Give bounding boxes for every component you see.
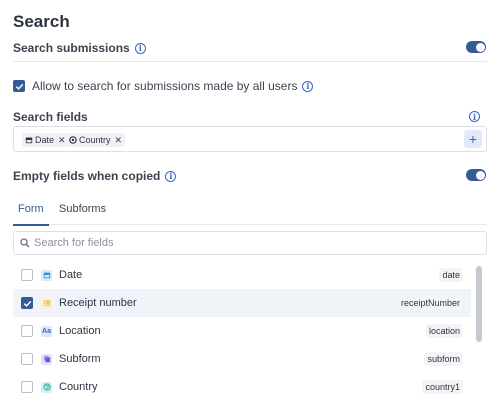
toggle-knob	[475, 170, 485, 180]
calendar-icon	[25, 137, 33, 144]
list-item[interactable]: Date date	[13, 261, 471, 289]
remove-chip-icon[interactable]: ✕	[58, 135, 66, 146]
search-fields-header: Search fields	[13, 110, 487, 124]
calendar-icon	[41, 269, 52, 281]
info-icon[interactable]: i	[165, 170, 177, 182]
list-item[interactable]: Receipt number receiptNumber	[13, 289, 471, 317]
field-tabs: Form Subforms	[13, 203, 487, 226]
field-list-scrollbar[interactable]	[474, 262, 484, 405]
field-checkbox[interactable]	[21, 269, 33, 281]
check-icon	[23, 300, 31, 307]
field-checkbox[interactable]	[21, 325, 33, 337]
field-list: Date date Receipt number receiptNumber A…	[13, 261, 471, 401]
allow-all-users-checkbox[interactable]	[13, 80, 25, 92]
list-item[interactable]: Subform subform	[13, 345, 471, 373]
empty-fields-row: Empty fields when copied i	[13, 169, 487, 183]
toggle-knob	[475, 42, 485, 52]
globe-icon	[69, 136, 77, 144]
list-item[interactable]: Aa Location location	[13, 317, 471, 345]
field-search-input[interactable]	[34, 235, 464, 251]
field-name: Subform	[59, 353, 101, 365]
list-icon	[41, 297, 52, 309]
tab-subforms[interactable]: Subforms	[59, 203, 106, 225]
field-search-box	[13, 231, 487, 255]
field-checkbox[interactable]	[21, 297, 33, 309]
field-name: Location	[59, 325, 101, 337]
field-checkbox[interactable]	[21, 381, 33, 393]
page-title: Search	[13, 12, 70, 31]
add-field-button[interactable]: +	[464, 130, 482, 148]
field-name: Date	[59, 269, 83, 281]
field-code: country1	[422, 380, 463, 394]
field-code: date	[439, 268, 463, 282]
remove-chip-icon[interactable]: ✕	[115, 135, 123, 146]
search-submissions-toggle[interactable]	[466, 41, 486, 53]
info-icon[interactable]: i	[134, 42, 146, 54]
tab-form[interactable]: Form	[13, 203, 49, 226]
chip-label: Date	[35, 135, 55, 145]
empty-fields-label: Empty fields when copied	[13, 169, 161, 183]
search-icon	[20, 238, 30, 248]
divider	[13, 61, 487, 62]
chip-date: Date ✕	[22, 133, 69, 147]
empty-fields-toggle[interactable]	[466, 169, 486, 181]
info-icon[interactable]: i	[469, 111, 480, 122]
field-code: subform	[424, 352, 463, 366]
info-icon[interactable]: i	[302, 80, 314, 92]
search-submissions-row: Search submissions i	[13, 41, 487, 55]
field-checkbox[interactable]	[21, 353, 33, 365]
field-name: Country	[59, 381, 98, 393]
chip-label: Country	[79, 135, 111, 145]
scrollbar-thumb[interactable]	[476, 266, 482, 342]
list-item[interactable]: Country country1	[13, 373, 471, 401]
chip-country: Country ✕	[66, 133, 126, 147]
check-icon	[15, 83, 23, 90]
field-code: location	[425, 324, 463, 338]
field-name: Receipt number	[59, 297, 137, 309]
search-submissions-label: Search submissions	[13, 41, 130, 55]
search-fields-label: Search fields	[13, 110, 88, 124]
globe-icon	[41, 381, 52, 393]
field-code: receiptNumber	[397, 296, 463, 310]
allow-all-users-label: Allow to search for submissions made by …	[32, 79, 298, 93]
text-icon: Aa	[41, 325, 52, 337]
subform-icon	[41, 353, 52, 365]
search-fields-input[interactable]: Date ✕ Country ✕ +	[13, 126, 487, 152]
allow-all-users-row: Allow to search for submissions made by …	[13, 79, 487, 93]
